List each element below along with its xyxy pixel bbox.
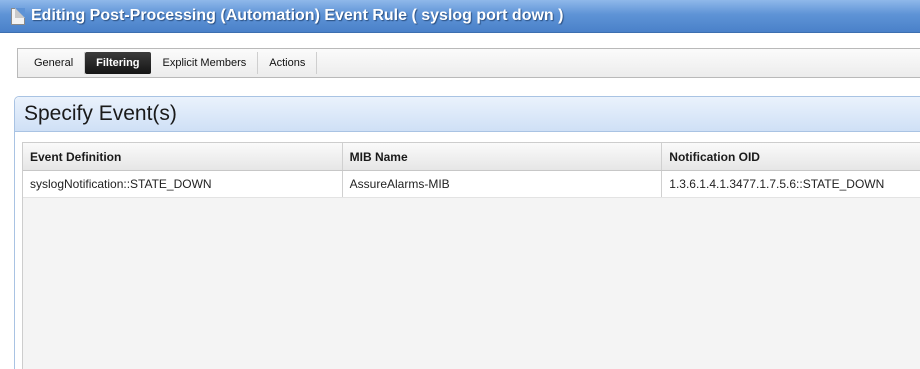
tab-explicit-members[interactable]: Explicit Members <box>152 52 259 74</box>
title-bar: Editing Post-Processing (Automation) Eve… <box>0 0 920 33</box>
panel-title: Specify Event(s) <box>24 102 177 125</box>
column-header-notification-oid[interactable]: Notification OID <box>662 143 920 170</box>
table-row[interactable]: syslogNotification::STATE_DOWN AssureAla… <box>23 171 920 198</box>
specify-events-panel: Specify Event(s) Event Definition MIB Na… <box>14 96 920 369</box>
cell-event-definition: syslogNotification::STATE_DOWN <box>23 171 343 197</box>
column-header-mib-name[interactable]: MIB Name <box>343 143 663 170</box>
window-title: Editing Post-Processing (Automation) Eve… <box>31 7 564 24</box>
tab-strip: General Filtering Explicit Members Actio… <box>17 48 920 78</box>
table-header: Event Definition MIB Name Notification O… <box>23 143 920 171</box>
tab-general[interactable]: General <box>23 52 86 74</box>
tab-filtering[interactable]: Filtering <box>85 52 151 74</box>
panel-header: Specify Event(s) <box>15 97 920 132</box>
cell-notification-oid: 1.3.6.1.4.1.3477.1.7.5.6::STATE_DOWN <box>669 177 885 191</box>
tab-actions[interactable]: Actions <box>258 52 318 74</box>
document-icon <box>11 7 25 25</box>
column-header-event-definition[interactable]: Event Definition <box>23 143 343 170</box>
event-rule-editor-window: Editing Post-Processing (Automation) Eve… <box>0 0 920 369</box>
events-table: Event Definition MIB Name Notification O… <box>22 142 920 369</box>
cell-mib-name: AssureAlarms-MIB <box>343 171 663 197</box>
